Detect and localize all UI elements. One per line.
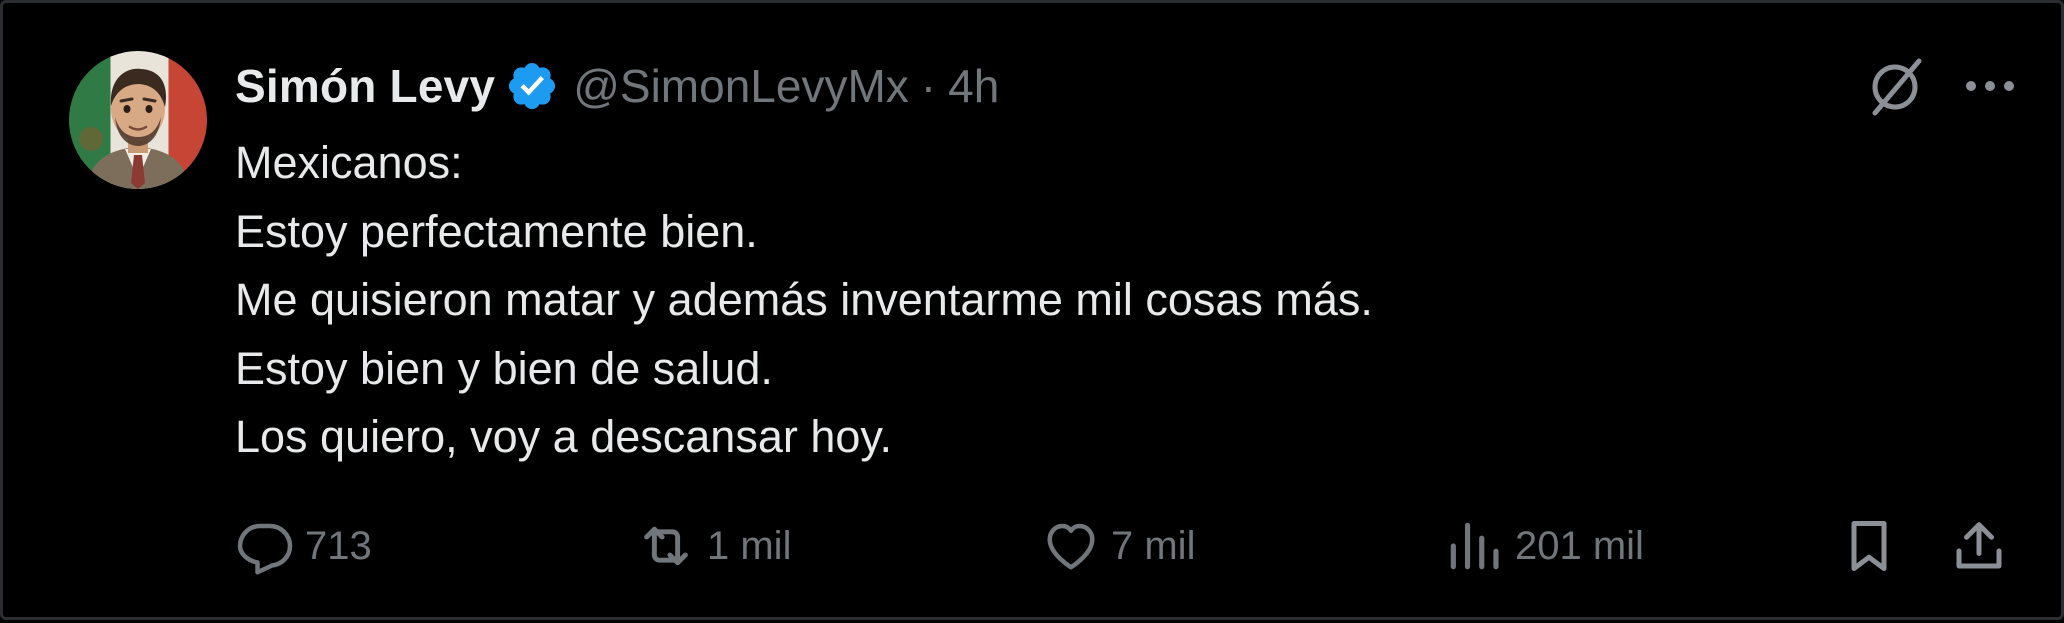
reply-button[interactable]: 713 — [235, 513, 372, 579]
share-icon — [1956, 522, 2002, 569]
views-icon — [1450, 522, 1499, 570]
reply-icon — [237, 523, 293, 575]
bookmark-icon — [1851, 521, 1887, 571]
share-button[interactable] — [1949, 513, 2009, 579]
tweet-line: Mexicanos: — [235, 137, 463, 188]
tweet-line: Me quisieron matar y además inventarme m… — [235, 274, 1373, 325]
repost-icon — [644, 526, 688, 566]
like-button[interactable]: 7 mil — [1041, 513, 1195, 579]
timestamp[interactable]: 4h — [948, 59, 999, 113]
tweet-card[interactable]: Simón Levy @SimonLevyMx · 4h Mexicanos: … — [3, 3, 2064, 623]
tweet-actions: 713 1 mil 7 mil 201 mil — [235, 513, 2017, 579]
reply-count: 713 — [305, 523, 372, 568]
like-count: 7 mil — [1111, 523, 1196, 568]
like-icon — [1047, 523, 1095, 570]
repost-count: 1 mil — [707, 523, 792, 568]
author-handle[interactable]: @SimonLevyMx — [573, 59, 909, 113]
verified-badge-icon — [505, 59, 559, 113]
views-count: 201 mil — [1515, 523, 1644, 568]
views-button[interactable]: 201 mil — [1443, 513, 1644, 579]
tweet-frame: Simón Levy @SimonLevyMx · 4h Mexicanos: … — [0, 0, 2064, 620]
avatar[interactable] — [69, 51, 207, 189]
author-name[interactable]: Simón Levy — [235, 59, 495, 113]
avatar-image — [79, 68, 189, 189]
separator-dot: · — [920, 60, 937, 112]
tweet-line: Estoy bien y bien de salud. — [235, 342, 773, 394]
repost-button[interactable]: 1 mil — [635, 513, 791, 579]
bookmark-button[interactable] — [1839, 513, 1899, 579]
tweet-top-actions — [1863, 53, 2017, 119]
tweet-header: Simón Levy @SimonLevyMx · 4h — [235, 53, 999, 119]
tweet-line: Estoy perfectamente bien. — [235, 205, 758, 257]
more-icon[interactable] — [1963, 76, 2017, 96]
tweet-text: Mexicanos: Estoy perfectamente bien. Me … — [235, 129, 1373, 472]
tweet-line: Los quiero, voy a descansar hoy. — [235, 411, 893, 462]
grok-icon[interactable] — [1863, 53, 1929, 119]
